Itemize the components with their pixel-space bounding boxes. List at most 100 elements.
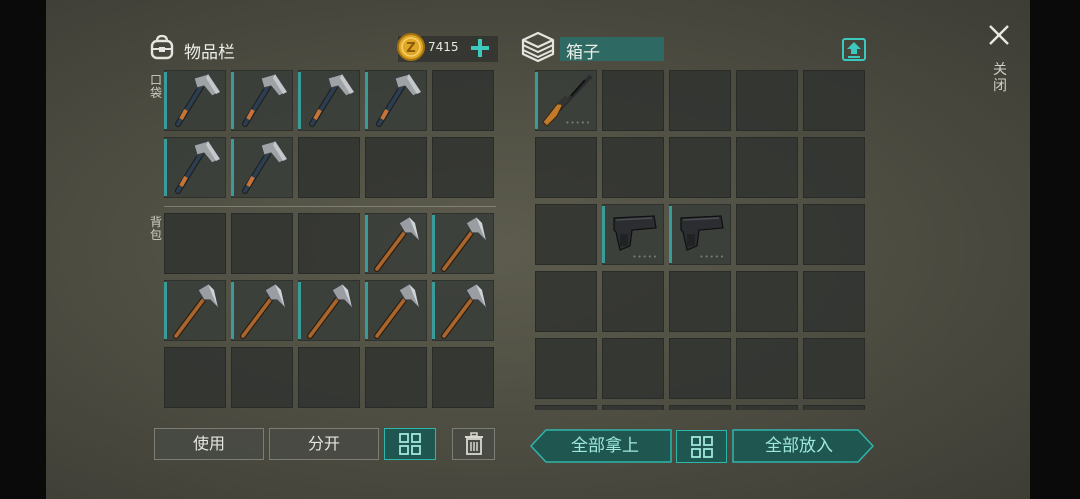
pickaxe-slot[interactable]: [231, 280, 293, 341]
axe-icon: [175, 140, 221, 194]
empty-slot[interactable]: [602, 137, 664, 198]
upload-icon[interactable]: [841, 36, 867, 62]
pocket-label: 口袋: [149, 73, 162, 100]
grid-icon: [691, 436, 713, 458]
put-all-button[interactable]: 全部放入: [732, 429, 874, 463]
trash-button[interactable]: [452, 428, 495, 460]
split-button[interactable]: 分开: [269, 428, 379, 460]
pickaxe-icon: [441, 216, 488, 272]
axe-slot[interactable]: [365, 70, 427, 131]
pickaxe-icon: [374, 216, 421, 272]
axe-icon: [309, 73, 355, 127]
empty-slot[interactable]: [602, 338, 664, 399]
use-button[interactable]: 使用: [154, 428, 264, 460]
sort-inventory-button[interactable]: [384, 428, 436, 460]
durability-dots: •••••: [565, 119, 591, 127]
backpack-grid: [164, 213, 496, 410]
empty-slot[interactable]: [164, 347, 226, 408]
close-label[interactable]: 关闭: [992, 62, 1008, 94]
empty-slot[interactable]: [803, 338, 865, 399]
empty-slot[interactable]: [803, 271, 865, 332]
empty-slot[interactable]: [803, 405, 865, 410]
pickaxe-slot[interactable]: [164, 280, 226, 341]
grid-icon: [399, 433, 421, 455]
rifle-slot[interactable]: •••••: [535, 70, 597, 131]
inventory-title: 物品栏: [184, 43, 235, 63]
axe-icon: [242, 73, 288, 127]
pickaxe-slot[interactable]: [298, 280, 360, 341]
put-all-label: 全部放入: [765, 436, 833, 456]
empty-slot[interactable]: [803, 137, 865, 198]
empty-slot[interactable]: [298, 213, 360, 274]
empty-slot[interactable]: [535, 338, 597, 399]
empty-slot[interactable]: [365, 137, 427, 198]
pickaxe-icon: [173, 283, 220, 339]
empty-slot[interactable]: [535, 405, 597, 410]
game-screen: 物品栏 Z 7415 口袋 背包 箱子 ••••• ••••• ••••• 关闭…: [46, 0, 1030, 499]
empty-slot[interactable]: [535, 271, 597, 332]
empty-slot[interactable]: [365, 347, 427, 408]
axe-slot[interactable]: [298, 70, 360, 131]
coin-icon: Z: [396, 32, 426, 62]
empty-slot[interactable]: [432, 70, 494, 131]
empty-slot[interactable]: [231, 213, 293, 274]
axe-icon: [242, 140, 288, 194]
pickaxe-slot[interactable]: [432, 280, 494, 341]
empty-slot[interactable]: [736, 405, 798, 410]
axe-icon: [175, 73, 221, 127]
empty-slot[interactable]: [669, 405, 731, 410]
empty-slot[interactable]: [736, 271, 798, 332]
empty-slot[interactable]: [231, 347, 293, 408]
pickaxe-slot[interactable]: [365, 280, 427, 341]
empty-slot[interactable]: [736, 204, 798, 265]
empty-slot[interactable]: [803, 204, 865, 265]
empty-slot[interactable]: [535, 204, 597, 265]
empty-slot[interactable]: [669, 70, 731, 131]
plus-icon[interactable]: [470, 38, 490, 58]
empty-slot[interactable]: [535, 137, 597, 198]
empty-slot[interactable]: [602, 405, 664, 410]
empty-slot[interactable]: [298, 347, 360, 408]
empty-slot[interactable]: [164, 213, 226, 274]
backpack-icon: [148, 33, 176, 61]
pickaxe-icon: [307, 283, 354, 339]
pickaxe-slot[interactable]: [432, 213, 494, 274]
trash-icon: [465, 432, 483, 455]
empty-slot[interactable]: [602, 271, 664, 332]
box-icon: [520, 30, 556, 64]
pickaxe-slot[interactable]: [365, 213, 427, 274]
close-icon[interactable]: [988, 24, 1010, 46]
currency-amount: 7415: [428, 40, 459, 54]
sort-box-button[interactable]: [676, 430, 727, 463]
pistol-slot[interactable]: •••••: [602, 204, 664, 265]
durability-dots: •••••: [632, 253, 658, 261]
empty-slot[interactable]: [669, 271, 731, 332]
pickaxe-icon: [374, 283, 421, 339]
axe-icon: [376, 73, 422, 127]
empty-slot[interactable]: [803, 70, 865, 131]
empty-slot[interactable]: [602, 70, 664, 131]
empty-slot[interactable]: [432, 347, 494, 408]
empty-slot[interactable]: [669, 338, 731, 399]
section-divider: [164, 206, 496, 207]
empty-slot[interactable]: [736, 137, 798, 198]
axe-slot[interactable]: [164, 137, 226, 198]
axe-slot[interactable]: [231, 70, 293, 131]
take-all-label: 全部拿上: [571, 436, 639, 456]
backpack-label: 背包: [149, 215, 162, 242]
empty-slot[interactable]: [736, 338, 798, 399]
axe-slot[interactable]: [231, 137, 293, 198]
axe-slot[interactable]: [164, 70, 226, 131]
empty-slot[interactable]: [298, 137, 360, 198]
empty-slot[interactable]: [432, 137, 494, 198]
box-title: 箱子: [566, 43, 600, 63]
box-grid: ••••• ••••• •••••: [535, 70, 867, 410]
pickaxe-icon: [441, 283, 488, 339]
pickaxe-icon: [240, 283, 287, 339]
pistol-slot[interactable]: •••••: [669, 204, 731, 265]
durability-dots: •••••: [699, 253, 725, 261]
take-all-button[interactable]: 全部拿上: [530, 429, 672, 463]
pocket-grid: [164, 70, 496, 200]
empty-slot[interactable]: [736, 70, 798, 131]
empty-slot[interactable]: [669, 137, 731, 198]
